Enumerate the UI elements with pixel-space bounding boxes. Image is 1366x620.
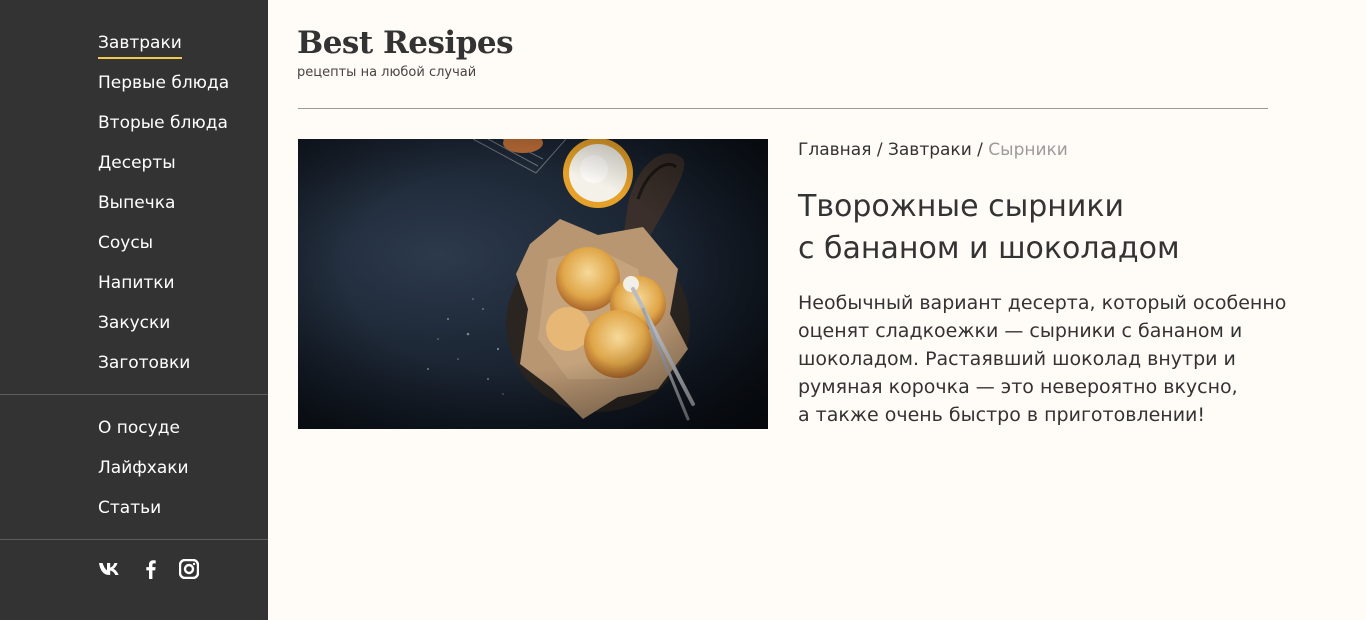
description-line: оценят сладкоежки — сырники с бананом и bbox=[798, 320, 1243, 342]
nav-articles[interactable]: Статьи bbox=[98, 498, 161, 518]
recipe-description: Необычный вариант десерта, который особе… bbox=[798, 289, 1287, 429]
sidebar-divider bbox=[0, 394, 268, 395]
nav-sauces[interactable]: Соусы bbox=[98, 233, 153, 253]
description-line: румяная корочка — это невероятно вкусно, bbox=[798, 376, 1238, 398]
nav-desserts[interactable]: Десерты bbox=[98, 153, 176, 173]
recipe-title-line: с бананом и шоколадом bbox=[798, 231, 1180, 266]
nav-preserves[interactable]: Заготовки bbox=[98, 353, 190, 373]
breadcrumb-home[interactable]: Главная bbox=[798, 140, 871, 160]
nav-breakfast[interactable]: Завтраки bbox=[98, 33, 182, 59]
breadcrumb-breakfast[interactable]: Завтраки bbox=[888, 140, 972, 160]
nav-first-courses[interactable]: Первые блюда bbox=[98, 73, 229, 93]
nav-snacks[interactable]: Закуски bbox=[98, 313, 170, 333]
sidebar: Завтраки Первые блюда Вторые блюда Десер… bbox=[0, 0, 268, 620]
description-line: шоколадом. Растаявший шоколад внутри и bbox=[798, 348, 1236, 370]
breadcrumb-separator: / bbox=[977, 140, 989, 160]
nav-drinks[interactable]: Напитки bbox=[98, 273, 175, 293]
site-logo[interactable]: Best Resipes bbox=[297, 26, 514, 60]
header-divider bbox=[298, 108, 1268, 109]
recipe-title: Творожные сырники с бананом и шоколадом bbox=[798, 186, 1268, 270]
breadcrumb: Главная / Завтраки / Сырники bbox=[798, 139, 1068, 161]
recipe-photo bbox=[298, 139, 768, 429]
breadcrumb-current: Сырники bbox=[988, 140, 1068, 160]
sidebar-divider bbox=[0, 539, 268, 540]
nav-cookware[interactable]: О посуде bbox=[98, 418, 180, 438]
description-line: Необычный вариант десерта, который особе… bbox=[798, 292, 1287, 314]
site-tagline: рецепты на любой случай bbox=[297, 65, 477, 80]
vk-icon[interactable] bbox=[98, 558, 122, 580]
description-line: а также очень быстро в приготовлении! bbox=[798, 404, 1206, 426]
recipe-title-line: Творожные сырники bbox=[798, 189, 1125, 224]
nav-lifehacks[interactable]: Лайфхаки bbox=[98, 458, 189, 478]
instagram-icon[interactable] bbox=[178, 558, 200, 580]
breadcrumb-separator: / bbox=[876, 140, 888, 160]
facebook-icon[interactable] bbox=[140, 558, 162, 580]
nav-baking[interactable]: Выпечка bbox=[98, 193, 175, 213]
nav-main-courses[interactable]: Вторые блюда bbox=[98, 113, 228, 133]
